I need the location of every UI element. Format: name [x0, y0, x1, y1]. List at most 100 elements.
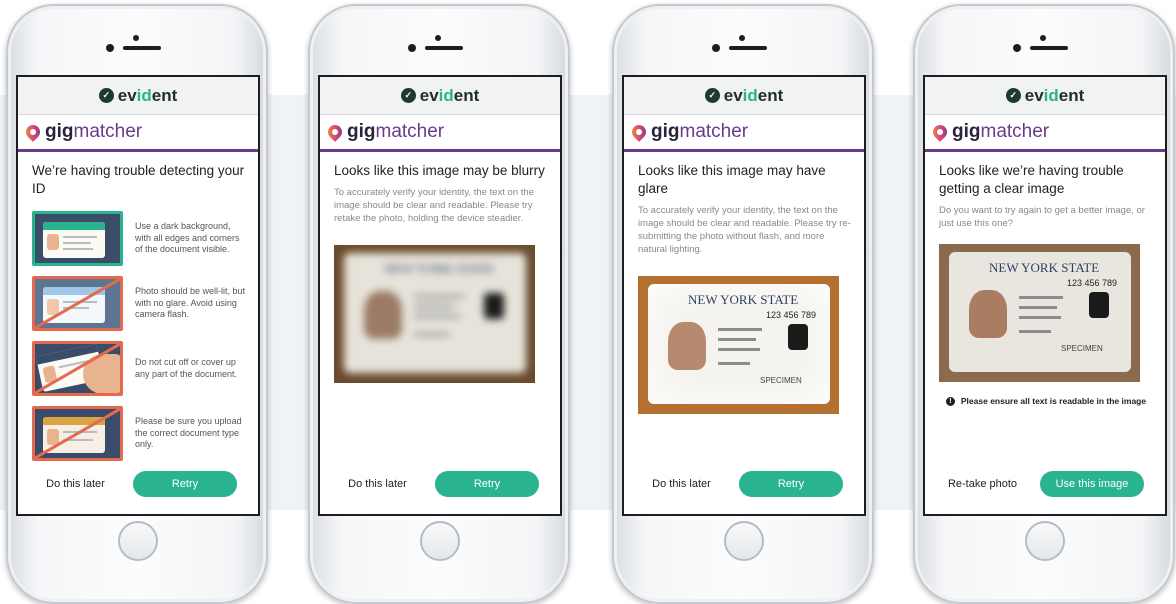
camera-dot: [435, 35, 441, 41]
photo-specimen-text: SPECIMEN: [760, 376, 802, 385]
tip-row: Do not cut off or cover up any part of t…: [32, 338, 246, 399]
evident-header: ✓ ev id ent: [925, 77, 1165, 115]
evident-logo-suffix: ent: [151, 85, 178, 105]
checkmark-icon: ✓: [704, 88, 720, 103]
gigmatcher-logo-bold: gig: [952, 121, 981, 142]
sensor-dot: [1013, 44, 1021, 52]
screen-title: We’re having trouble detecting your ID: [32, 163, 245, 196]
evident-logo-highlight: id: [438, 85, 454, 105]
location-pin-icon: [23, 122, 43, 142]
exclamation-icon: !: [945, 396, 955, 406]
gigmatcher-logo-light: matcher: [73, 121, 143, 142]
retake-photo-button[interactable]: Re-take photo: [925, 478, 1040, 490]
sensor-dot: [712, 44, 720, 52]
screen-description: To accurately verify your identity, the …: [334, 187, 534, 224]
retry-button[interactable]: Retry: [133, 471, 237, 497]
screen-title: Looks like this image may have glare: [638, 163, 826, 196]
location-pin-icon: [325, 122, 345, 142]
evident-header: ✓ ev id ent: [18, 77, 258, 115]
phone-frame-4: ✓ ev id ent gig matcher Looks like we’re ha…: [913, 4, 1175, 604]
tip-row: Use a dark background, with all edges an…: [32, 208, 246, 269]
readability-notice: ! Please ensure all text is readable in …: [939, 396, 1153, 406]
notice-text: Please ensure all text is readable in th…: [960, 396, 1147, 406]
screen-title: Looks like we’re having trouble getting …: [939, 163, 1124, 196]
phone-frame-2: ✓ ev id ent gig matcher Looks like this ima…: [308, 4, 570, 604]
evident-logo-suffix: ent: [757, 85, 784, 105]
speaker-slot: [1030, 46, 1068, 50]
action-footer: Do this later Retry: [320, 469, 560, 499]
evident-logo-prefix: ev: [117, 85, 137, 105]
phone-frame-1: ✓ ev id ent gig matcher We’re having troubl…: [6, 4, 268, 604]
do-this-later-button[interactable]: Do this later: [18, 478, 133, 490]
do-this-later-button[interactable]: Do this later: [624, 478, 739, 490]
tip-text: Photo should be well-lit, but with no gl…: [135, 286, 246, 320]
tip-row: Please be sure you upload the correct do…: [32, 403, 246, 464]
action-footer: Do this later Retry: [624, 469, 864, 499]
tip-row: Photo should be well-lit, but with no gl…: [32, 273, 246, 334]
id-card-icon: [32, 211, 123, 266]
gigmatcher-logo-light: matcher: [679, 121, 749, 142]
evident-logo-suffix: ent: [1058, 85, 1085, 105]
tip-text: Use a dark background, with all edges an…: [135, 221, 240, 255]
phone-frame-3: ✓ ev id ent gig matcher Looks like this ima…: [612, 4, 874, 604]
gigmatcher-header: gig matcher: [320, 115, 560, 152]
evident-logo-prefix: ev: [723, 85, 743, 105]
checkmark-icon: ✓: [98, 88, 114, 103]
screen-title: Looks like this image may be blurry: [334, 163, 545, 178]
speaker-slot: [425, 46, 463, 50]
evident-logo-prefix: ev: [1024, 85, 1044, 105]
location-pin-icon: [930, 122, 950, 142]
gigmatcher-logo-bold: gig: [45, 121, 74, 142]
evident-logo-highlight: id: [1043, 85, 1059, 105]
content-area: Looks like we’re having trouble getting …: [925, 152, 1165, 406]
id-card-covered-icon: [32, 341, 123, 396]
gigmatcher-logo-light: matcher: [980, 121, 1050, 142]
camera-dot: [739, 35, 745, 41]
gigmatcher-header: gig matcher: [18, 115, 258, 152]
sensor-dot: [106, 44, 114, 52]
speaker-slot: [729, 46, 767, 50]
glare-id-photo: NEW YORK STATE 123 456 789 SPECIMEN: [638, 276, 839, 414]
gigmatcher-logo-bold: gig: [651, 121, 680, 142]
retry-button[interactable]: Retry: [739, 471, 843, 497]
screen-3: ✓ ev id ent gig matcher Looks like this ima…: [622, 75, 866, 516]
evident-logo-highlight: id: [136, 85, 152, 105]
sensor-dot: [408, 44, 416, 52]
content-area: We’re having trouble detecting your ID U…: [18, 152, 258, 464]
tip-text: Please be sure you upload the correct do…: [135, 416, 242, 450]
photo-state-text: NEW YORK STATE: [989, 260, 1100, 275]
content-area: Looks like this image may be blurry To a…: [320, 152, 560, 383]
retry-button[interactable]: Retry: [435, 471, 539, 497]
blurry-id-photo: NEW YORK STATE: [334, 245, 535, 383]
gigmatcher-header: gig matcher: [925, 115, 1165, 152]
photo-specimen-text: SPECIMEN: [1061, 344, 1103, 353]
evident-logo-highlight: id: [742, 85, 758, 105]
photo-state-text: NEW YORK STATE: [688, 292, 799, 307]
camera-dot: [133, 35, 139, 41]
checkmark-icon: ✓: [400, 88, 416, 103]
id-photo-preview: NEW YORK STATE 123 456 789 SPECIMEN: [939, 244, 1140, 382]
gigmatcher-logo-light: matcher: [375, 121, 445, 142]
do-this-later-button[interactable]: Do this later: [320, 478, 435, 490]
tip-text: Do not cut off or cover up any part of t…: [135, 357, 238, 379]
checkmark-icon: ✓: [1005, 88, 1021, 103]
screen-2: ✓ ev id ent gig matcher Looks like this ima…: [318, 75, 562, 516]
speaker-slot: [123, 46, 161, 50]
screen-description: To accurately verify your identity, the …: [638, 205, 851, 255]
evident-header: ✓ ev id ent: [624, 77, 864, 115]
photo-license-number: 123 456 789: [1067, 278, 1118, 288]
evident-logo-prefix: ev: [419, 85, 439, 105]
evident-logo-suffix: ent: [453, 85, 480, 105]
home-button: [724, 521, 764, 561]
use-this-image-button[interactable]: Use this image: [1040, 471, 1144, 497]
camera-dot: [1040, 35, 1046, 41]
id-card-glare-icon: [32, 276, 123, 331]
gigmatcher-logo-bold: gig: [347, 121, 376, 142]
screen-4: ✓ ev id ent gig matcher Looks like we’re ha…: [923, 75, 1167, 516]
location-pin-icon: [629, 122, 649, 142]
home-button: [118, 521, 158, 561]
content-area: Looks like this image may have glare To …: [624, 152, 864, 414]
action-footer: Do this later Retry: [18, 469, 258, 499]
screen-description: Do you want to try again to get a better…: [939, 205, 1145, 229]
action-footer: Re-take photo Use this image: [925, 469, 1165, 499]
